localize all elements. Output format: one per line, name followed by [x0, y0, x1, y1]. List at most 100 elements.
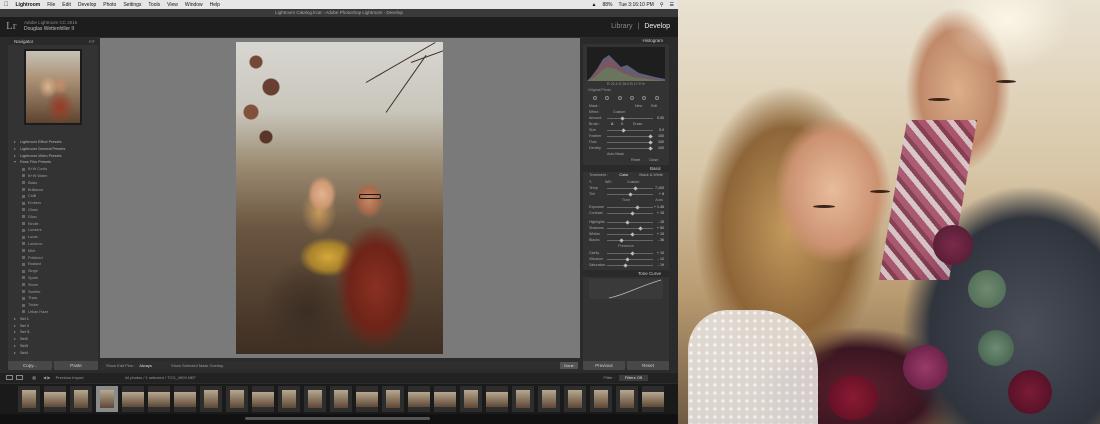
preset-folder[interactable]: ▸ Set4 [14, 350, 98, 357]
slider-value[interactable]: - 36 [658, 237, 664, 243]
slider-knob[interactable] [620, 127, 626, 133]
navigator-preview[interactable] [24, 49, 82, 125]
menu-edit[interactable]: Edit [62, 2, 71, 8]
slider-knob[interactable] [625, 256, 630, 262]
filmstrip-thumbnail[interactable] [512, 386, 534, 412]
preset-folder[interactable]: ▸ Lightroom Effect Presets [14, 139, 98, 146]
graduated-filter-tool-icon[interactable] [630, 96, 635, 100]
filmstrip-thumbnail[interactable] [96, 386, 118, 412]
crop-tool-icon[interactable] [593, 96, 598, 100]
preset-item[interactable]: Storm [14, 282, 98, 289]
filmstrip-thumbnail[interactable] [70, 386, 92, 412]
preset-item[interactable]: Glow [14, 214, 98, 221]
slider-knob[interactable] [633, 185, 638, 191]
filmstrip-thumbnail[interactable] [486, 386, 508, 412]
spot-removal-tool-icon[interactable] [605, 96, 610, 100]
preset-item[interactable]: Thaw [14, 295, 98, 302]
preset-item[interactable]: Kindle [14, 221, 98, 228]
preset-folder[interactable]: ▾ Rose Film Presets [14, 159, 98, 166]
preset-folder[interactable]: ▸ Set2 [14, 336, 98, 343]
filmstrip-scrollbar[interactable] [0, 414, 678, 424]
menu-file[interactable]: File [47, 2, 55, 8]
tone-curve-graph[interactable] [589, 279, 663, 299]
adjustment-brush-tool-icon[interactable] [654, 96, 659, 100]
preset-item[interactable]: Swelter [14, 289, 98, 296]
slider-track[interactable] [607, 227, 653, 229]
wb-eyedropper-icon[interactable]: ✎ [589, 180, 592, 184]
filmstrip-thumbnail[interactable] [148, 386, 170, 412]
filmstrip-thumbnail[interactable] [226, 386, 248, 412]
slider-track[interactable] [607, 135, 653, 137]
filmstrip-thumbnail[interactable] [252, 386, 274, 412]
basic-panel-header[interactable]: Basic [583, 165, 669, 172]
slider-track[interactable] [607, 147, 653, 149]
treatment-bw[interactable]: Black & White [639, 172, 663, 179]
slider-knob[interactable] [628, 191, 634, 197]
slider-knob[interactable] [630, 250, 635, 256]
menu-settings[interactable]: Settings [123, 2, 141, 8]
preset-item[interactable]: Gloss [14, 207, 98, 214]
filmstrip-thumbnail[interactable] [590, 386, 612, 412]
preset-item[interactable]: Lumiere [14, 227, 98, 234]
preset-folder[interactable]: ▸ Set 1 [14, 316, 98, 323]
mask-overlay-checkbox[interactable]: Show Selected Mask Overlay [171, 363, 223, 368]
preset-item[interactable]: Embers [14, 200, 98, 207]
forward-arrow-icon[interactable]: ▶ [47, 375, 50, 380]
treatment-color[interactable]: Color [619, 172, 628, 179]
preset-item[interactable]: Singe [14, 268, 98, 275]
copy-button[interactable]: Copy... [8, 361, 52, 370]
preset-item[interactable]: Brilliance [14, 187, 98, 194]
preset-item[interactable]: Chilli [14, 193, 98, 200]
app-menu[interactable]: Lightroom [16, 2, 41, 8]
filmstrip-thumbnail[interactable] [564, 386, 586, 412]
reset-button[interactable]: Reset [627, 361, 669, 370]
preset-folder[interactable]: ▸ Lightroom Video Presets [14, 153, 98, 160]
wifi-icon[interactable]: ▲ [591, 2, 596, 8]
preset-item[interactable]: Polished [14, 255, 98, 262]
module-library[interactable]: Library [611, 23, 632, 30]
menu-view[interactable]: View [167, 2, 178, 8]
slider-track[interactable] [607, 239, 653, 241]
filmstrip-thumbnail[interactable] [18, 386, 40, 412]
filmstrip-thumbnail[interactable] [538, 386, 560, 412]
navigator-header[interactable]: Navigator FIT [8, 38, 98, 45]
menu-develop[interactable]: Develop [78, 2, 96, 8]
filmstrip-scroll-thumb[interactable] [245, 417, 430, 420]
slider-knob[interactable] [630, 210, 635, 216]
preset-item[interactable]: B+W Warm [14, 173, 98, 180]
slider-track[interactable] [607, 141, 653, 143]
filmstrip-thumbnail[interactable] [408, 386, 430, 412]
red-eye-tool-icon[interactable] [617, 96, 622, 100]
brush-reset-button[interactable]: Reset [631, 157, 640, 163]
radial-filter-tool-icon[interactable] [642, 96, 647, 100]
slider-value[interactable]: + 15 [657, 210, 664, 216]
preset-item[interactable]: Basic [14, 180, 98, 187]
filter-select[interactable]: Filters Off [618, 374, 648, 381]
filmstrip-thumbnail[interactable] [330, 386, 352, 412]
histogram[interactable] [587, 47, 665, 81]
histogram-header[interactable]: Histogram [583, 38, 669, 44]
main-photo[interactable] [236, 42, 443, 354]
filmstrip-thumbnail[interactable] [122, 386, 144, 412]
menu-window[interactable]: Window [185, 2, 203, 8]
slider-knob[interactable] [625, 219, 630, 225]
preset-folder[interactable]: ▸ Set3 [14, 343, 98, 350]
automask-checkbox[interactable]: Auto Mask [589, 152, 624, 156]
slider-track[interactable] [607, 129, 653, 131]
filmstrip-thumbnail[interactable] [278, 386, 300, 412]
preset-item[interactable]: Urban Haze [14, 309, 98, 316]
slider-value[interactable]: - 19 [658, 262, 664, 268]
menu-tools[interactable]: Tools [148, 2, 160, 8]
navigator-zoom[interactable]: FIT [89, 38, 95, 45]
slider-knob[interactable] [648, 139, 653, 145]
clock[interactable]: Tue 3:16:10 PM [618, 2, 653, 8]
slider-knob[interactable] [648, 145, 653, 151]
filmstrip-thumbnail[interactable] [616, 386, 638, 412]
filmstrip-thumbnail[interactable] [642, 386, 664, 412]
amount-slider-track[interactable] [607, 117, 653, 119]
secondary-monitor-icon[interactable] [16, 375, 24, 381]
filmstrip-thumbnail[interactable] [174, 386, 196, 412]
filmstrip-thumbnail[interactable] [44, 386, 66, 412]
amount-slider-knob[interactable] [620, 115, 625, 121]
brush-close-button[interactable]: Close [649, 157, 658, 163]
